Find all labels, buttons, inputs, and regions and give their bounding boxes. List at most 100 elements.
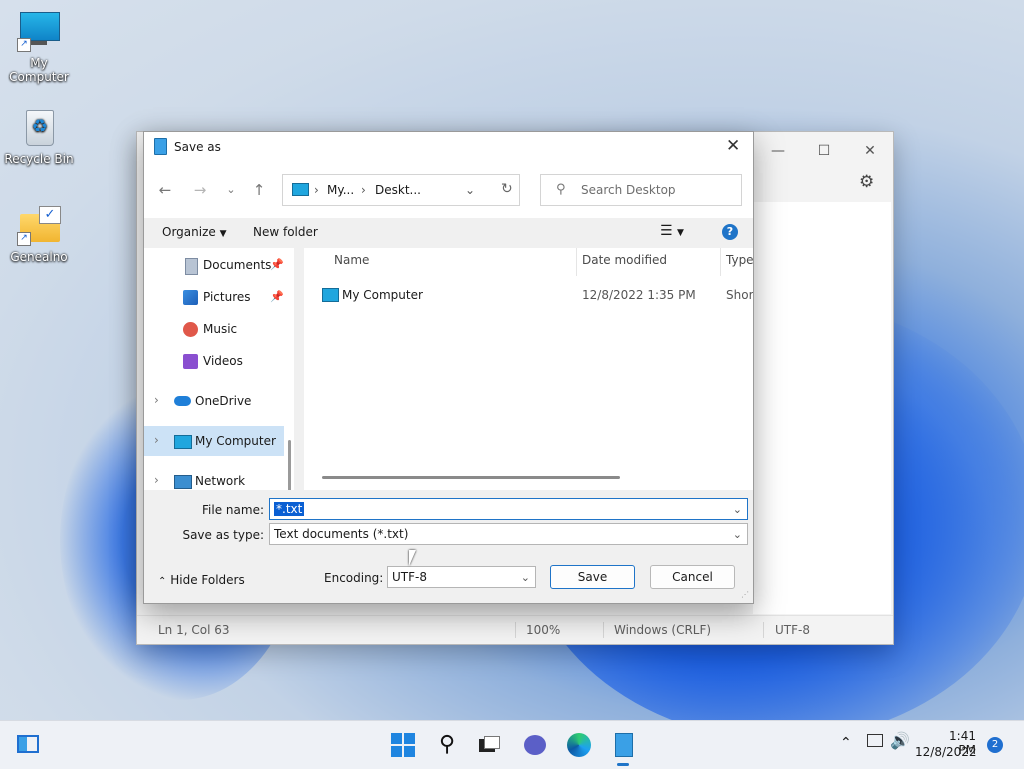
up-arrow-icon[interactable]: ↑ [248, 178, 270, 202]
pictures-icon [183, 290, 198, 305]
pin-icon: 📌 [270, 258, 284, 271]
forward-arrow-icon[interactable]: → [189, 178, 211, 202]
chevron-up-icon: ⌃ [158, 576, 167, 587]
notification-badge[interactable]: 2 [987, 737, 1003, 753]
dropdown-triangle-icon: ▼ [219, 229, 227, 239]
start-icon[interactable] [388, 730, 418, 760]
file-date-modified: 12/8/2022 1:35 PM [582, 288, 696, 302]
address-segment[interactable]: My... [327, 183, 354, 197]
zoom-level: 100% [526, 623, 561, 637]
pin-icon: 📌 [270, 290, 284, 303]
address-dropdown-chevron-icon[interactable]: ⌄ [465, 183, 475, 197]
column-header-type[interactable]: Type [726, 253, 753, 267]
cancel-button[interactable]: Cancel [650, 565, 735, 589]
nav-item-network[interactable]: › Network [144, 466, 284, 490]
expand-chevron-icon[interactable]: › [154, 473, 159, 487]
file-encoding: UTF-8 [775, 623, 810, 637]
nav-item-my-computer[interactable]: › My Computer [144, 426, 284, 456]
minimize-button[interactable]: — [755, 138, 801, 164]
desktop-icon-label: My Computer [9, 56, 69, 84]
cloud-icon [174, 396, 191, 406]
save-options-area: File name: *.txt ⌄ Save as type: Text do… [144, 490, 753, 603]
computer-shortcut-icon [322, 288, 339, 302]
expand-chevron-icon[interactable]: › [154, 393, 159, 407]
search-icon: ⚲ [556, 182, 566, 197]
column-header-name[interactable]: Name [334, 253, 369, 267]
nav-item-videos[interactable]: Videos [144, 346, 284, 376]
back-arrow-icon[interactable]: ← [154, 178, 176, 202]
desktop-icon-label: Genealno [10, 250, 68, 264]
mouse-cursor-icon [409, 550, 416, 566]
shortcut-arrow-icon: ↗ [17, 38, 31, 52]
table-row[interactable]: My Computer 12/8/2022 1:35 PM Short [304, 284, 753, 308]
nav-item-music[interactable]: Music [144, 314, 284, 344]
show-hidden-icons-chevron-icon[interactable]: ⌃ [840, 735, 852, 751]
notepad-taskbar-icon[interactable] [608, 730, 638, 766]
chat-icon[interactable] [520, 730, 550, 760]
save-button[interactable]: Save [550, 565, 635, 589]
maximize-button[interactable]: ☐ [801, 138, 847, 164]
line-ending: Windows (CRLF) [614, 623, 712, 637]
new-folder-button[interactable]: New folder [253, 225, 318, 239]
file-name-input[interactable]: *.txt [274, 502, 305, 516]
recent-locations-chevron-icon[interactable]: ⌄ [220, 178, 242, 202]
hide-folders-button[interactable]: ⌃ Hide Folders [158, 573, 245, 587]
shortcut-arrow-icon: ↗ [17, 232, 31, 246]
refresh-icon[interactable]: ↻ [501, 181, 513, 197]
desktop-icon-label: Recycle Bin [4, 152, 74, 166]
file-list: ^ Name Date modified Type My Computer 12… [304, 248, 753, 490]
address-segment[interactable]: Deskt... [375, 183, 421, 197]
chevron-down-icon[interactable]: ⌄ [521, 571, 530, 584]
file-list-scrollbar[interactable] [322, 476, 620, 479]
save-as-dialog: Save as ✕ ← → ⌄ ↑ › My... › Deskt... ⌄ ↻… [143, 131, 754, 604]
clock-date[interactable]: 12/8/2022 [915, 745, 977, 759]
address-separator-icon: › [361, 183, 366, 197]
desktop-icon-my-computer[interactable]: ↗ My Computer [1, 12, 77, 84]
chevron-down-icon[interactable]: ⌄ [733, 503, 742, 516]
cursor-position: Ln 1, Col 63 [158, 623, 230, 637]
close-icon[interactable]: ✕ [726, 136, 740, 156]
organize-button[interactable]: Organize ▼ [162, 225, 227, 239]
chevron-down-icon[interactable]: ⌄ [733, 528, 742, 541]
computer-icon [174, 435, 192, 449]
taskbar: ⚲ ⌃ 🔊 1:41 PM 12/8/2022 2 [0, 720, 1024, 769]
folder-icon: ✓ ↗ [17, 206, 61, 246]
nav-item-onedrive[interactable]: › OneDrive [144, 386, 284, 416]
resize-grip-icon[interactable]: ⋰ [741, 590, 749, 599]
file-name-label: File name: [202, 503, 264, 517]
nav-item-pictures[interactable]: Pictures 📌 [144, 282, 284, 312]
task-view-icon[interactable] [474, 730, 504, 760]
expand-chevron-icon[interactable]: › [154, 433, 159, 447]
close-button[interactable]: ✕ [847, 138, 893, 164]
encoding-select[interactable]: UTF-8 ⌄ [387, 566, 536, 588]
navigation-row: ← → ⌄ ↑ › My... › Deskt... ⌄ ↻ ⚲ Search … [144, 162, 753, 218]
notepad-icon [154, 138, 167, 155]
search-input[interactable]: Search Desktop [581, 183, 676, 197]
help-icon[interactable]: ? [722, 224, 738, 240]
edge-browser-icon[interactable] [564, 730, 594, 760]
widgets-icon[interactable] [14, 730, 44, 760]
dialog-toolbar: Organize ▼ New folder ☰ ▼ ? [144, 218, 753, 248]
network-status-icon[interactable] [867, 734, 883, 747]
videos-icon [183, 354, 198, 369]
search-icon[interactable]: ⚲ [432, 730, 462, 760]
sort-indicator-icon: ^ [447, 248, 456, 254]
navigation-pane: Documents 📌 Pictures 📌 Music Videos › On… [144, 248, 294, 490]
monitor-icon: ↗ [17, 12, 61, 52]
address-separator-icon: › [314, 183, 319, 197]
address-bar[interactable]: › My... › Deskt... ⌄ ↻ [282, 174, 520, 206]
save-as-type-select[interactable]: Text documents (*.txt) ⌄ [269, 523, 748, 545]
search-box[interactable]: ⚲ Search Desktop [540, 174, 742, 206]
music-icon [183, 322, 198, 337]
column-header-date-modified[interactable]: Date modified [582, 253, 667, 267]
documents-icon [185, 258, 198, 275]
desktop-icon-genealno[interactable]: ✓ ↗ Genealno [1, 206, 77, 264]
nav-pane-scrollbar[interactable] [288, 440, 291, 490]
volume-icon[interactable]: 🔊 [890, 731, 910, 750]
desktop-icon-recycle-bin[interactable]: ♻ Recycle Bin [1, 108, 77, 166]
file-name-field[interactable]: *.txt ⌄ [269, 498, 748, 520]
notepad-text-area[interactable] [753, 202, 891, 614]
view-options-icon[interactable]: ☰ ▼ [660, 223, 684, 239]
settings-icon[interactable]: ⚙ [859, 172, 874, 192]
nav-item-documents[interactable]: Documents 📌 [144, 250, 284, 280]
